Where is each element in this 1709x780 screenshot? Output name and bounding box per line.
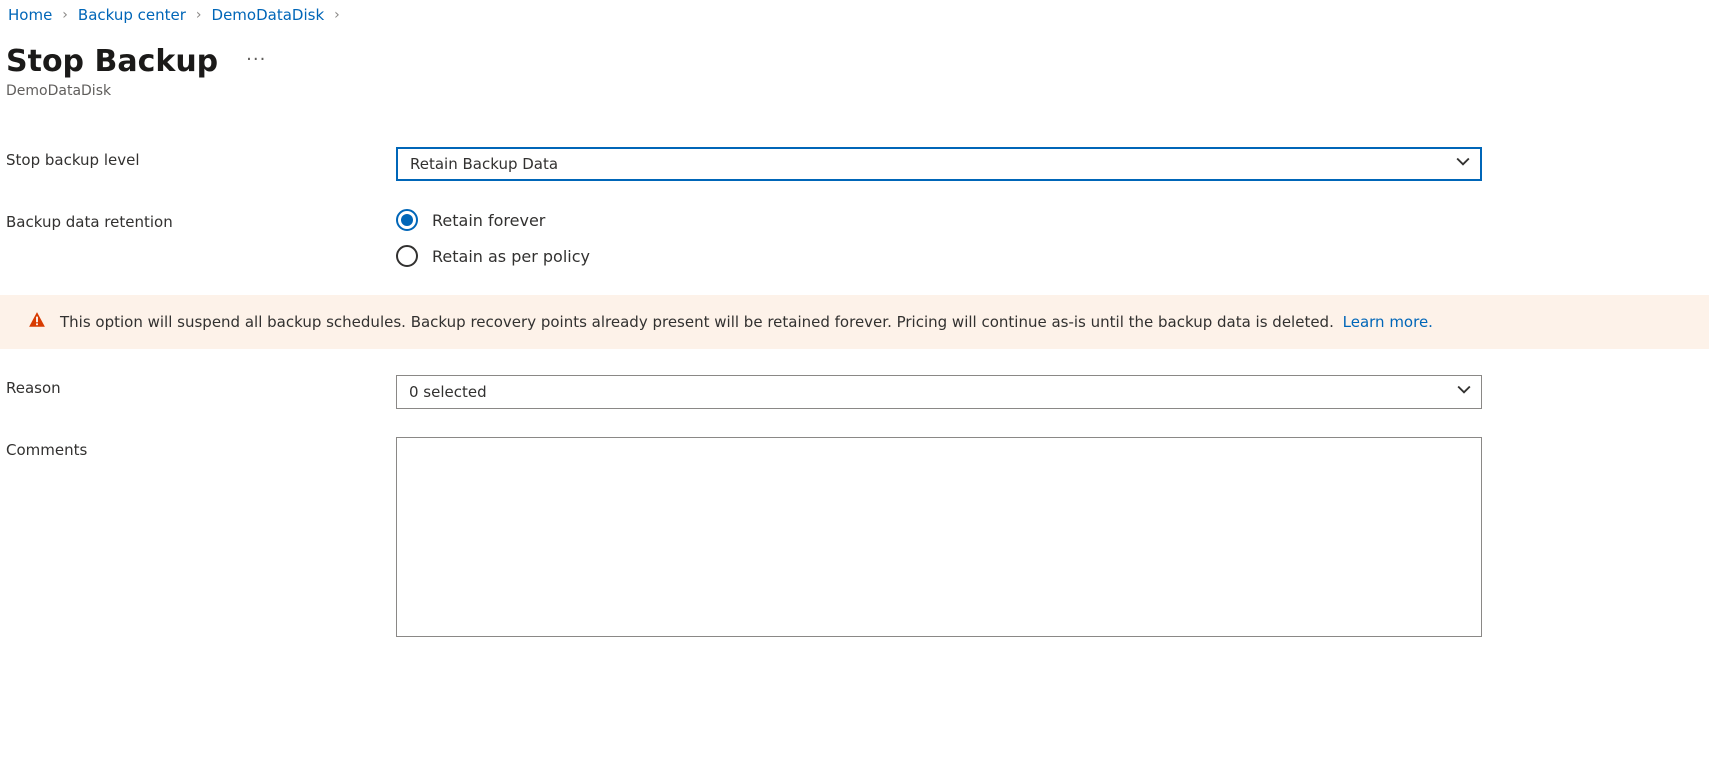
warning-icon — [28, 311, 46, 333]
chevron-down-icon — [1457, 383, 1471, 401]
stop-backup-level-value: Retain Backup Data — [410, 155, 558, 173]
reason-select[interactable]: 0 selected — [396, 375, 1482, 409]
radio-icon — [396, 209, 418, 231]
breadcrumb-home[interactable]: Home — [8, 6, 52, 24]
retention-radio-forever-label: Retain forever — [432, 211, 545, 230]
warning-text: This option will suspend all backup sche… — [60, 313, 1334, 331]
comments-textarea[interactable] — [396, 437, 1482, 637]
breadcrumb: Home › Backup center › DemoDataDisk › — [6, 4, 1703, 30]
radio-icon — [396, 245, 418, 267]
chevron-right-icon: › — [196, 7, 202, 23]
comments-label: Comments — [6, 437, 396, 459]
breadcrumb-backup-center[interactable]: Backup center — [78, 6, 186, 24]
breadcrumb-demodatadisk[interactable]: DemoDataDisk — [212, 6, 325, 24]
stop-backup-level-select[interactable]: Retain Backup Data — [396, 147, 1482, 181]
retention-radio-policy-label: Retain as per policy — [432, 247, 590, 266]
page-subtitle: DemoDataDisk — [6, 83, 1703, 99]
chevron-right-icon: › — [62, 7, 68, 23]
chevron-right-icon: › — [334, 7, 340, 23]
page-title: Stop Backup — [6, 44, 218, 79]
reason-value: 0 selected — [409, 383, 487, 401]
stop-backup-level-label: Stop backup level — [6, 147, 396, 169]
warning-banner: This option will suspend all backup sche… — [0, 295, 1709, 349]
more-actions-button[interactable]: ··· — [246, 49, 266, 74]
reason-label: Reason — [6, 375, 396, 397]
learn-more-link[interactable]: Learn more. — [1343, 313, 1433, 331]
retention-radio-group: Retain forever Retain as per policy — [396, 209, 1482, 267]
retention-radio-policy[interactable]: Retain as per policy — [396, 245, 1482, 267]
chevron-down-icon — [1456, 155, 1470, 173]
backup-data-retention-label: Backup data retention — [6, 209, 396, 231]
retention-radio-forever[interactable]: Retain forever — [396, 209, 1482, 231]
